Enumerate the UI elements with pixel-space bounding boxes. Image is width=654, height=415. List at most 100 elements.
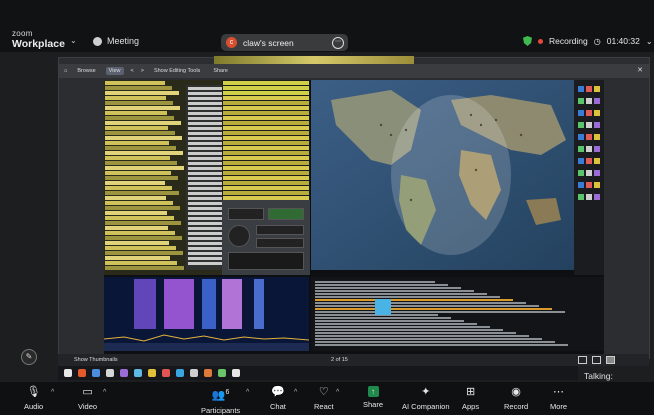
audio-options-caret[interactable]: ^ <box>51 389 54 396</box>
screen-share-indicator[interactable]: c claw's screen ⋯ <box>221 34 348 51</box>
cluster-row <box>105 156 170 160</box>
app-icon[interactable] <box>190 369 198 377</box>
chat-button[interactable]: 💬 Chat <box>270 386 286 411</box>
panel-icon <box>578 122 584 128</box>
cluster-row <box>105 261 177 265</box>
panel-icon <box>578 134 584 140</box>
panel-icon <box>594 134 600 140</box>
cluster-row <box>105 116 174 120</box>
meeting-info-button[interactable]: Meeting <box>93 36 139 46</box>
ai-companion-button[interactable]: ✦ AI Companion <box>402 386 450 411</box>
spot-row <box>223 86 309 90</box>
app-icon[interactable] <box>218 369 226 377</box>
cluster-row <box>105 96 166 100</box>
app-icon[interactable] <box>134 369 142 377</box>
cluster-row <box>105 101 173 105</box>
ai-companion-label: AI Companion <box>402 402 450 411</box>
zoom-workplace-logo: zoom Workplace <box>12 29 65 49</box>
chevron-down-icon[interactable]: ⌄ <box>646 37 653 46</box>
share-button[interactable]: ↑ Share <box>363 386 383 409</box>
cluster-row <box>105 211 167 215</box>
app-icon[interactable] <box>204 369 212 377</box>
panel-icon <box>586 194 592 200</box>
share-menu-button[interactable]: Share <box>210 67 231 75</box>
spot-row <box>223 81 309 85</box>
app-icon[interactable] <box>92 369 100 377</box>
recording-label: Recording <box>549 36 588 46</box>
panel-icon <box>586 134 592 140</box>
spot-row <box>223 166 309 170</box>
app-icon[interactable] <box>106 369 114 377</box>
grid-view-icon[interactable] <box>606 356 615 364</box>
view-options-icon[interactable]: ⋯ <box>332 37 344 49</box>
spot-row <box>223 146 309 150</box>
firefox-icon[interactable] <box>78 369 86 377</box>
panel-icon <box>586 182 592 188</box>
app-icon[interactable] <box>176 369 184 377</box>
video-options-caret[interactable]: ^ <box>103 389 106 396</box>
spot-row <box>223 136 309 140</box>
log-row <box>315 317 451 319</box>
browse-button[interactable]: Browse <box>74 67 98 75</box>
app-icon[interactable] <box>148 369 156 377</box>
annotate-pencil-icon[interactable]: ✎ <box>21 349 37 365</box>
chevron-down-icon[interactable]: ⌄ <box>70 36 77 45</box>
view-button[interactable]: View <box>105 67 124 75</box>
cluster-row <box>105 256 170 260</box>
participants-caret[interactable]: ^ <box>246 389 249 396</box>
app-icon[interactable] <box>120 369 128 377</box>
forward-button[interactable]: > <box>141 68 144 74</box>
panel-icon <box>586 170 592 176</box>
close-icon[interactable]: ✕ <box>637 66 643 74</box>
camera-icon: ▭ <box>82 386 93 398</box>
spot-row <box>223 101 309 105</box>
home-icon[interactable]: ⌂ <box>64 68 67 74</box>
start-icon[interactable] <box>64 369 72 377</box>
spot-row <box>223 121 309 125</box>
panel-icon <box>586 86 592 92</box>
chat-icon: 💬 <box>271 386 285 398</box>
cluster-row <box>105 226 168 230</box>
react-button[interactable]: ♡ React <box>314 386 334 411</box>
callsign-row <box>188 142 222 145</box>
log-row <box>315 323 477 325</box>
cluster-row <box>105 171 171 175</box>
zoom-bottom-toolbar: 🎙 Audio ^ ▭ Video ^ 👥6 Participants ^ 💬 … <box>0 382 654 415</box>
dual-view-icon[interactable] <box>592 356 601 364</box>
video-button[interactable]: ▭ Video <box>78 386 97 411</box>
record-button[interactable]: ◉ Record <box>504 386 528 411</box>
app-icon[interactable] <box>162 369 170 377</box>
apps-button[interactable]: ⊞ Apps <box>462 386 479 411</box>
apps-label: Apps <box>462 402 480 411</box>
single-view-icon[interactable] <box>578 356 587 364</box>
shield-icon[interactable] <box>523 36 532 46</box>
cluster-row <box>105 111 167 115</box>
react-caret[interactable]: ^ <box>336 389 339 396</box>
chat-caret[interactable]: ^ <box>294 389 297 396</box>
back-button[interactable]: < <box>131 68 134 74</box>
callsign-row <box>188 237 222 240</box>
panel-icon <box>578 182 584 188</box>
map-side-panel <box>574 80 604 275</box>
callsign-row <box>188 127 222 130</box>
panel-icon <box>594 194 600 200</box>
app-icon[interactable] <box>232 369 240 377</box>
share-icon: ↑ <box>367 386 379 397</box>
more-button[interactable]: ⋯ More <box>550 386 567 411</box>
show-thumbnails-button[interactable]: Show Thumbnails <box>74 357 118 363</box>
panel-icon <box>594 98 600 104</box>
spot-row <box>223 161 309 165</box>
participants-button[interactable]: 👥6 Participants <box>201 386 240 415</box>
log-row <box>315 299 513 301</box>
cluster-row <box>105 146 176 150</box>
show-editing-tools-button[interactable]: Show Editing Tools <box>151 67 203 75</box>
spot-row <box>223 96 309 100</box>
cluster-row <box>105 126 168 130</box>
spot-row <box>223 156 309 160</box>
clock-icon: ◷ <box>593 36 601 46</box>
callsign-row <box>188 137 222 140</box>
audio-button[interactable]: 🎙 Audio <box>24 386 43 411</box>
callsign-row <box>188 162 222 165</box>
callsign-row <box>188 152 222 155</box>
spot-row <box>223 181 309 185</box>
